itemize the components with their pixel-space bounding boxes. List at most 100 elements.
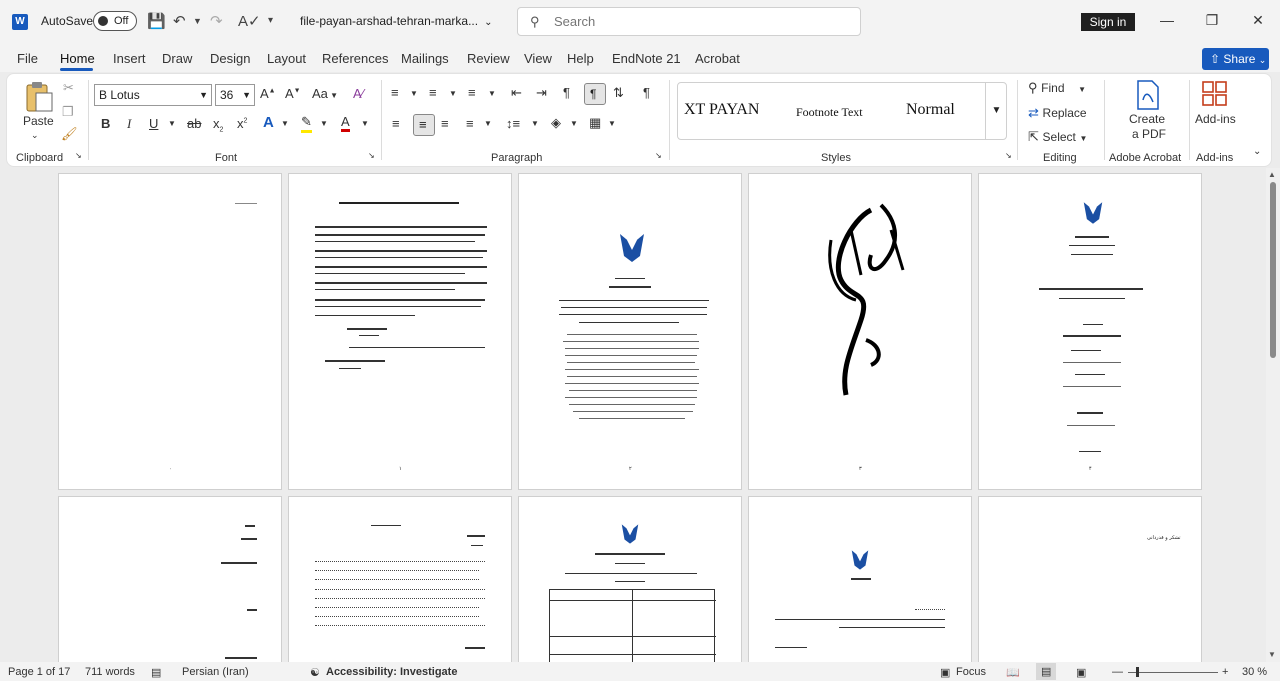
paragraph-launcher-icon[interactable]: ↘ bbox=[655, 151, 662, 160]
highlight-icon[interactable]: ✎ bbox=[301, 114, 312, 133]
zoom-level[interactable]: 30 % bbox=[1242, 666, 1267, 678]
align-center-button[interactable]: ≡ bbox=[413, 114, 435, 136]
paste-button[interactable]: Paste bbox=[23, 114, 54, 128]
line-spacing-dropdown-icon[interactable]: ▼ bbox=[531, 119, 539, 128]
style-footnote-text[interactable]: Footnote Text bbox=[796, 105, 863, 120]
search-box[interactable]: ⚲ bbox=[517, 7, 861, 36]
clear-formatting-icon[interactable]: A∕ bbox=[353, 86, 364, 101]
italic-icon[interactable]: I bbox=[127, 116, 131, 132]
underline-dropdown-icon[interactable]: ▼ bbox=[168, 119, 176, 128]
select-button[interactable]: ⇱ Select ▼ bbox=[1028, 129, 1087, 145]
multilevel-dropdown-icon[interactable]: ▼ bbox=[488, 89, 496, 98]
font-color-dropdown-icon[interactable]: ▼ bbox=[361, 119, 369, 128]
tab-layout[interactable]: Layout bbox=[267, 51, 306, 66]
text-effects-icon[interactable]: A bbox=[263, 114, 274, 131]
font-launcher-icon[interactable]: ↘ bbox=[368, 151, 375, 160]
page-thumbnail[interactable]: ۲ bbox=[518, 173, 742, 490]
justify-icon[interactable]: ≡ bbox=[466, 116, 474, 131]
page-thumbnail[interactable] bbox=[288, 496, 512, 662]
tab-references[interactable]: References bbox=[322, 51, 388, 66]
tab-design[interactable]: Design bbox=[210, 51, 250, 66]
addins-button[interactable]: Add-ins bbox=[1195, 112, 1236, 126]
zoom-in-icon[interactable]: + bbox=[1222, 666, 1228, 678]
save-icon[interactable]: 💾 bbox=[147, 12, 166, 30]
paste-icon[interactable] bbox=[24, 81, 54, 113]
scroll-thumb[interactable] bbox=[1270, 182, 1276, 358]
page-thumbnail[interactable] bbox=[518, 496, 742, 662]
line-spacing-icon[interactable]: ↕≡ bbox=[506, 116, 520, 131]
replace-button[interactable]: ⇄ Replace bbox=[1028, 105, 1087, 121]
create-pdf-label-2[interactable]: a PDF bbox=[1132, 127, 1166, 141]
ltr-direction-icon[interactable]: ¶ bbox=[563, 85, 570, 100]
numbering-icon[interactable]: ≡ bbox=[429, 85, 437, 100]
tab-acrobat[interactable]: Acrobat bbox=[695, 51, 740, 66]
zoom-slider[interactable] bbox=[1128, 672, 1218, 673]
style-xt-payan[interactable]: XT PAYAN bbox=[684, 101, 759, 119]
zoom-slider-thumb[interactable] bbox=[1136, 667, 1139, 677]
superscript-icon[interactable]: x2 bbox=[237, 116, 247, 131]
page-thumbnail[interactable]: ۱ bbox=[288, 173, 512, 490]
increase-indent-icon[interactable]: ⇥ bbox=[536, 85, 547, 101]
grow-font-icon[interactable]: A▲ bbox=[260, 86, 276, 101]
justify-dropdown-icon[interactable]: ▼ bbox=[484, 119, 492, 128]
document-title[interactable]: file-payan-arshad-tehran-marka... ⌄ bbox=[300, 14, 492, 28]
autosave-toggle[interactable]: Off bbox=[93, 11, 137, 31]
cut-icon[interactable]: ✂ bbox=[63, 80, 74, 96]
vertical-scrollbar[interactable]: ▲ ▼ bbox=[1266, 168, 1280, 662]
sort-icon[interactable]: ⇅ bbox=[613, 85, 624, 101]
copy-icon[interactable]: ❐ bbox=[62, 104, 74, 120]
shrink-font-icon[interactable]: A▼ bbox=[285, 86, 301, 101]
create-pdf-label-1[interactable]: Create bbox=[1129, 112, 1165, 126]
style-normal[interactable]: Normal bbox=[906, 101, 955, 119]
page-thumbnail[interactable]: تشکر و قدردانی bbox=[978, 496, 1202, 662]
show-formatting-icon[interactable]: ¶ bbox=[643, 85, 650, 100]
tab-help[interactable]: Help bbox=[567, 51, 594, 66]
clipboard-launcher-icon[interactable]: ↘ bbox=[75, 151, 82, 160]
create-pdf-icon[interactable] bbox=[1135, 80, 1161, 110]
text-effects-dropdown-icon[interactable]: ▼ bbox=[281, 119, 289, 128]
shading-dropdown-icon[interactable]: ▼ bbox=[570, 119, 578, 128]
zoom-out-icon[interactable]: — bbox=[1112, 666, 1123, 678]
bullets-dropdown-icon[interactable]: ▼ bbox=[410, 89, 418, 98]
highlight-dropdown-icon[interactable]: ▼ bbox=[320, 119, 328, 128]
styles-more-button[interactable]: ▼ bbox=[985, 82, 1007, 140]
document-canvas[interactable]: ۰ ۱ ۲ ۳ ۴ تشکر و قدردانی bbox=[0, 168, 1266, 662]
focus-button[interactable]: Focus bbox=[956, 666, 986, 678]
multilevel-list-icon[interactable]: ≡ bbox=[468, 85, 476, 100]
decrease-indent-icon[interactable]: ⇤ bbox=[511, 85, 522, 101]
page-count[interactable]: Page 1 of 17 bbox=[8, 666, 70, 678]
change-case-icon[interactable]: Aa ▼ bbox=[312, 86, 338, 101]
tab-mailings[interactable]: Mailings bbox=[401, 51, 449, 66]
borders-icon[interactable]: ▦ bbox=[589, 115, 601, 131]
print-layout-icon[interactable]: ▤ bbox=[1036, 663, 1057, 680]
proofing-icon[interactable]: ▤ bbox=[151, 666, 161, 679]
sign-in-button[interactable]: Sign in bbox=[1081, 13, 1135, 31]
tab-insert[interactable]: Insert bbox=[113, 51, 146, 66]
addins-icon[interactable] bbox=[1202, 81, 1228, 107]
word-count[interactable]: 711 words bbox=[85, 666, 135, 678]
tab-view[interactable]: View bbox=[524, 51, 552, 66]
numbering-dropdown-icon[interactable]: ▼ bbox=[449, 89, 457, 98]
accessibility-status[interactable]: Accessibility: Investigate bbox=[326, 666, 457, 678]
focus-icon[interactable]: ▣ bbox=[940, 666, 950, 679]
font-name-select[interactable]: B Lotus ▼ bbox=[94, 84, 212, 106]
close-icon[interactable]: ✕ bbox=[1248, 12, 1268, 29]
page-thumbnail[interactable] bbox=[58, 496, 282, 662]
align-right-icon[interactable]: ≡ bbox=[441, 116, 449, 131]
page-thumbnail[interactable] bbox=[748, 496, 972, 662]
strikethrough-icon[interactable]: ab bbox=[187, 116, 201, 131]
page-thumbnail[interactable]: ۴ bbox=[978, 173, 1202, 490]
paste-dropdown-icon[interactable]: ⌄ bbox=[31, 130, 39, 141]
customize-toolbar-icon[interactable]: ▾ bbox=[268, 15, 273, 26]
bold-icon[interactable]: B bbox=[101, 116, 110, 131]
undo-icon[interactable]: ↶ bbox=[173, 12, 186, 30]
find-button[interactable]: ⚲ Find ▼ bbox=[1028, 80, 1086, 96]
tab-home[interactable]: Home bbox=[60, 51, 95, 66]
undo-dropdown-icon[interactable]: ▼ bbox=[193, 16, 202, 26]
redo-icon[interactable]: ↷ bbox=[210, 12, 223, 30]
format-painter-icon[interactable]: 🖌 bbox=[61, 126, 78, 142]
collapse-ribbon-icon[interactable]: ⌄ bbox=[1253, 146, 1261, 157]
restore-icon[interactable]: ❐ bbox=[1202, 12, 1222, 29]
share-button[interactable]: ⇧ Share ⌄ bbox=[1202, 48, 1269, 70]
font-color-icon[interactable]: A bbox=[341, 114, 350, 132]
